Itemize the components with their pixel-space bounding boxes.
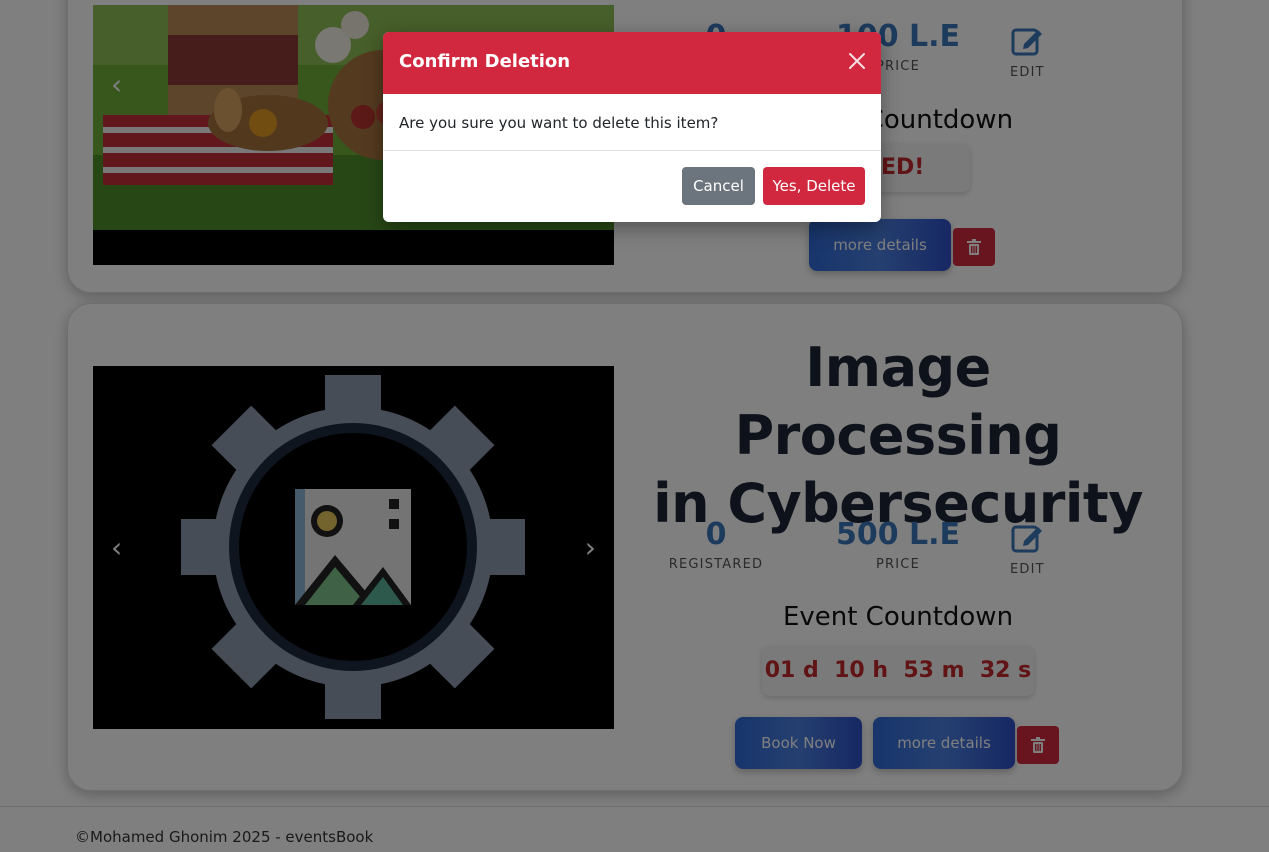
- modal-footer: Cancel Yes, Delete: [383, 151, 881, 222]
- confirm-delete-button[interactable]: Yes, Delete: [763, 167, 865, 205]
- close-icon[interactable]: [847, 51, 867, 71]
- confirm-deletion-modal: Confirm Deletion Are you sure you want t…: [383, 32, 881, 222]
- cancel-button[interactable]: Cancel: [682, 167, 755, 205]
- modal-header: Confirm Deletion: [383, 32, 881, 94]
- modal-body: Are you sure you want to delete this ite…: [383, 94, 881, 151]
- modal-message: Are you sure you want to delete this ite…: [399, 114, 719, 132]
- modal-title: Confirm Deletion: [399, 51, 571, 72]
